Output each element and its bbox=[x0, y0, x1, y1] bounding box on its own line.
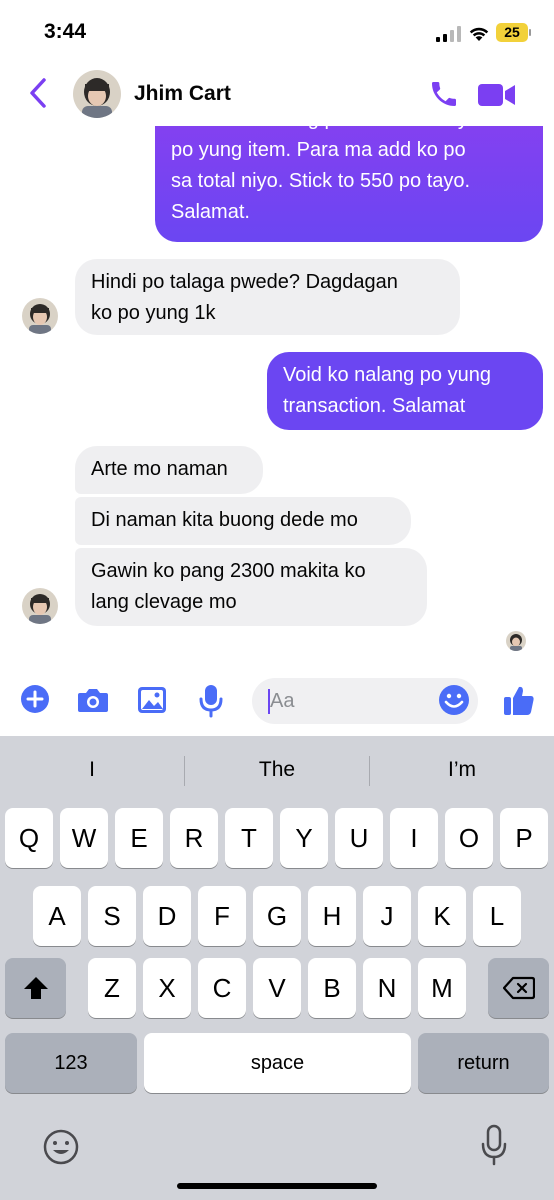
key-s[interactable]: S bbox=[88, 886, 136, 946]
key-w[interactable]: W bbox=[60, 808, 108, 868]
incoming-message[interactable]: Hindi po talaga pwede? Dagdagan ko po yu… bbox=[75, 259, 460, 335]
space-key[interactable]: space bbox=[144, 1033, 411, 1093]
incoming-message[interactable]: Arte mo naman bbox=[75, 446, 263, 494]
contact-avatar[interactable] bbox=[73, 70, 121, 118]
key-m[interactable]: M bbox=[418, 958, 466, 1018]
dictation-mic-icon[interactable] bbox=[480, 1124, 508, 1168]
key-e[interactable]: E bbox=[115, 808, 163, 868]
clock: 3:44 bbox=[44, 20, 87, 43]
delete-icon bbox=[502, 976, 535, 1000]
key-d[interactable]: D bbox=[143, 886, 191, 946]
on-screen-keyboard: I The I’m Q W E R T Y U I O P A S D F G … bbox=[0, 736, 554, 1200]
microphone-icon[interactable] bbox=[199, 684, 223, 718]
wifi-icon bbox=[469, 27, 489, 41]
key-t[interactable]: T bbox=[225, 808, 273, 868]
key-o[interactable]: O bbox=[445, 808, 493, 868]
shift-icon bbox=[23, 977, 48, 999]
message-list[interactable]: Pa fill out nalang po if kukunin niyo po… bbox=[0, 100, 554, 660]
key-y[interactable]: Y bbox=[280, 808, 328, 868]
key-a[interactable]: A bbox=[33, 886, 81, 946]
key-u[interactable]: U bbox=[335, 808, 383, 868]
sender-avatar[interactable] bbox=[22, 588, 58, 624]
suggestion-3[interactable]: I’m bbox=[370, 736, 554, 804]
key-p[interactable]: P bbox=[500, 808, 548, 868]
message-line: sa total niyo. Stick to 550 po tayo. bbox=[171, 170, 471, 192]
key-h[interactable]: H bbox=[308, 886, 356, 946]
message-line: Hindi po talaga pwede? Dagdagan bbox=[91, 271, 398, 293]
numbers-key[interactable]: 123 bbox=[5, 1033, 137, 1093]
delete-key[interactable] bbox=[488, 958, 549, 1018]
key-k[interactable]: K bbox=[418, 886, 466, 946]
key-x[interactable]: X bbox=[143, 958, 191, 1018]
message-line: ko po yung 1k bbox=[91, 302, 216, 324]
message-line: po yung item. Para ma add ko po bbox=[171, 139, 466, 161]
message-line: Arte mo naman bbox=[91, 458, 228, 480]
sender-avatar[interactable] bbox=[22, 298, 58, 334]
key-v[interactable]: V bbox=[253, 958, 301, 1018]
message-line: lang clevage mo bbox=[91, 591, 237, 613]
battery-cap bbox=[529, 29, 531, 36]
key-j[interactable]: J bbox=[363, 886, 411, 946]
thumbs-up-icon[interactable] bbox=[503, 684, 535, 716]
key-c[interactable]: C bbox=[198, 958, 246, 1018]
key-l[interactable]: L bbox=[473, 886, 521, 946]
video-camera-icon[interactable] bbox=[478, 82, 516, 108]
message-line: transaction. Salamat bbox=[283, 395, 466, 417]
keyboard-emoji-icon[interactable] bbox=[42, 1128, 80, 1166]
key-f[interactable]: F bbox=[198, 886, 246, 946]
key-z[interactable]: Z bbox=[88, 958, 136, 1018]
camera-icon[interactable] bbox=[77, 686, 109, 714]
message-line: Di naman kita buong dede mo bbox=[91, 509, 358, 531]
return-key[interactable]: return bbox=[418, 1033, 549, 1093]
phone-icon[interactable] bbox=[428, 78, 460, 110]
message-input-placeholder: Aa bbox=[270, 690, 295, 712]
battery-icon: 25 bbox=[496, 23, 528, 42]
seen-receipt-avatar bbox=[506, 631, 526, 651]
emoji-icon[interactable] bbox=[438, 684, 470, 716]
status-bar: 3:44 25 bbox=[0, 0, 554, 62]
text-caret bbox=[268, 689, 270, 714]
shift-key[interactable] bbox=[5, 958, 66, 1018]
message-line: Void ko nalang po yung bbox=[283, 364, 491, 386]
suggestion-1[interactable]: I bbox=[0, 736, 184, 804]
outgoing-message[interactable]: Void ko nalang po yung transaction. Sala… bbox=[267, 352, 543, 430]
home-indicator[interactable] bbox=[177, 1183, 377, 1189]
message-line: Gawin ko pang 2300 makita ko bbox=[91, 560, 366, 582]
key-n[interactable]: N bbox=[363, 958, 411, 1018]
back-chevron-icon[interactable] bbox=[26, 76, 50, 110]
cellular-signal-icon bbox=[436, 26, 461, 42]
key-r[interactable]: R bbox=[170, 808, 218, 868]
key-q[interactable]: Q bbox=[5, 808, 53, 868]
incoming-message[interactable]: Gawin ko pang 2300 makita ko lang clevag… bbox=[75, 548, 427, 626]
key-b[interactable]: B bbox=[308, 958, 356, 1018]
image-icon[interactable] bbox=[137, 686, 167, 714]
message-composer: Aa bbox=[0, 670, 554, 736]
contact-name[interactable]: Jhim Cart bbox=[134, 82, 231, 106]
key-i[interactable]: I bbox=[390, 808, 438, 868]
suggestion-2[interactable]: The bbox=[185, 736, 369, 804]
key-g[interactable]: G bbox=[253, 886, 301, 946]
message-line: Salamat. bbox=[171, 201, 250, 223]
plus-icon[interactable] bbox=[20, 684, 50, 714]
chat-header: Jhim Cart bbox=[0, 62, 554, 126]
incoming-message[interactable]: Di naman kita buong dede mo bbox=[75, 497, 411, 545]
